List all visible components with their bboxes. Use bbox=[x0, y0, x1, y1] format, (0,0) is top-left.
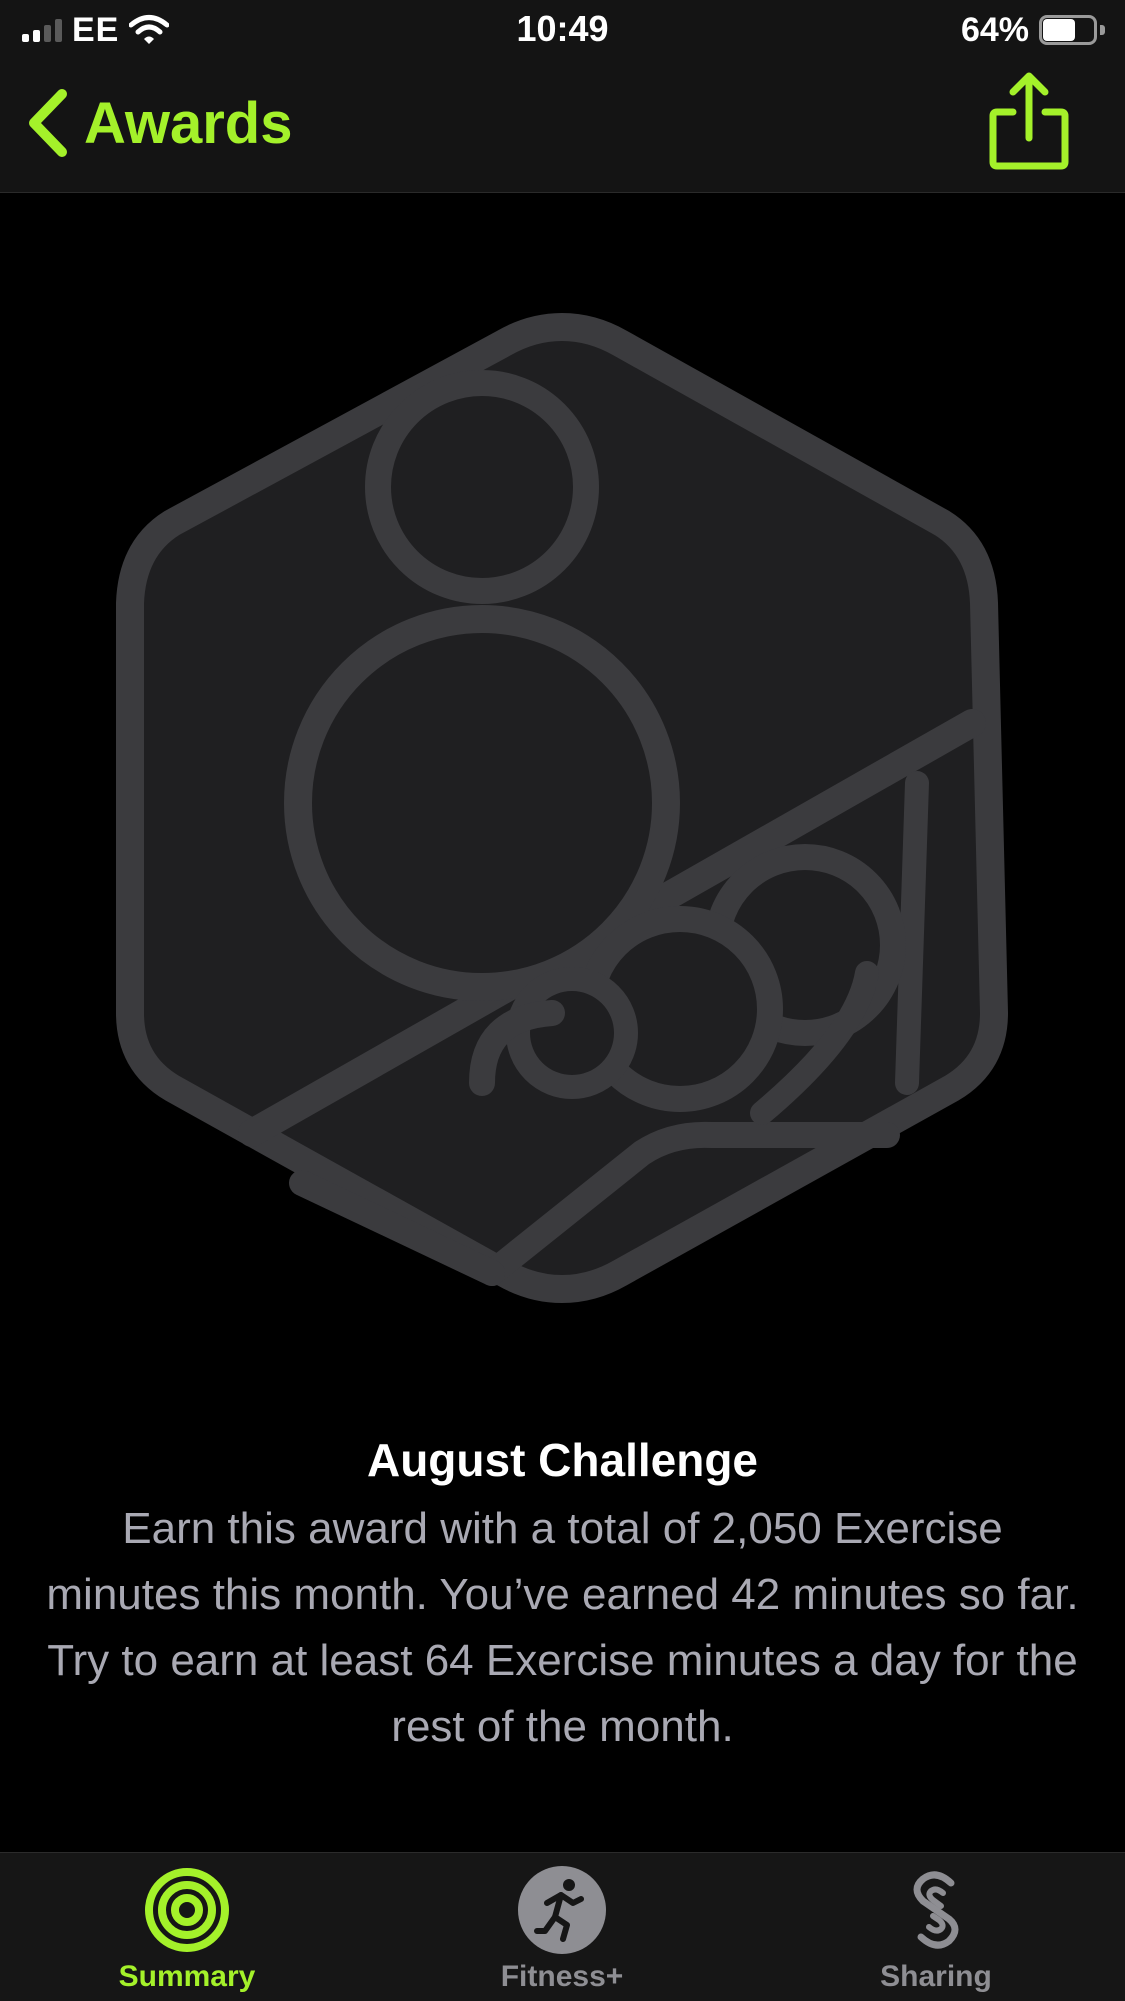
running-figure-icon bbox=[518, 1866, 606, 1954]
badge-small-circle bbox=[365, 370, 599, 604]
chevron-left-icon bbox=[29, 89, 67, 157]
badge-large-circle bbox=[284, 605, 680, 1001]
tab-sharing-label: Sharing bbox=[880, 1960, 992, 1993]
award-title: August Challenge bbox=[366, 1434, 759, 1486]
award-description: Earn this award with a total of 2,050 Ex… bbox=[46, 1504, 1079, 1751]
badge-front-circle bbox=[506, 967, 638, 1099]
back-button-label: Awards bbox=[84, 90, 293, 156]
tab-bar: Summary Fitness+ Sharing bbox=[0, 1852, 1125, 2001]
status-right: 64% bbox=[961, 10, 1105, 50]
battery-fill bbox=[1043, 19, 1075, 41]
status-time: 10:49 bbox=[516, 8, 609, 49]
tab-fitness-plus[interactable]: Fitness+ bbox=[432, 1865, 692, 1995]
sharing-icon bbox=[913, 1871, 959, 1949]
back-button[interactable]: Awards bbox=[24, 88, 292, 158]
award-detail: August Challenge Earn this award with a … bbox=[0, 193, 1125, 1853]
tab-fitness-plus-label: Fitness+ bbox=[500, 1960, 624, 1993]
tab-summary-label: Summary bbox=[118, 1960, 256, 1993]
badge-right-line-1 bbox=[895, 771, 929, 1095]
august-challenge-badge bbox=[116, 313, 1008, 1303]
battery-percentage: 64% bbox=[960, 10, 1029, 49]
tab-summary[interactable]: Summary bbox=[57, 1865, 317, 1995]
share-button[interactable] bbox=[987, 72, 1071, 172]
battery-icon bbox=[1039, 15, 1105, 45]
share-icon bbox=[989, 72, 1069, 170]
status-bar: EE 10:49 64% bbox=[0, 0, 1125, 60]
navigation-bar: Awards bbox=[0, 60, 1125, 193]
activity-rings-icon bbox=[145, 1868, 229, 1952]
tab-sharing[interactable]: Sharing bbox=[806, 1865, 1066, 1995]
